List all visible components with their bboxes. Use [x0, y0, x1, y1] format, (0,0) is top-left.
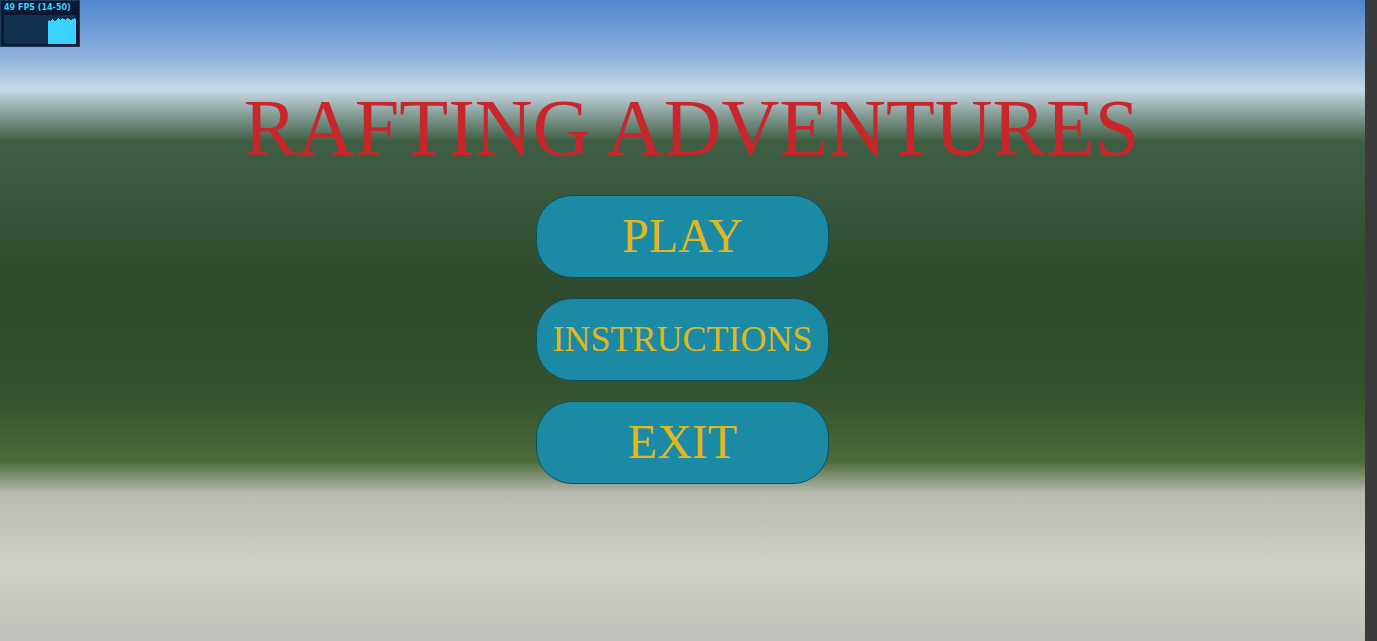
game-title: RAFTING ADVENTURES: [226, 88, 1140, 168]
background-photo: 49 FPS (14-50) RAFTING ADVENTURES PLAY INST…: [0, 0, 1365, 641]
fps-meter: 49 FPS (14-50): [0, 0, 80, 47]
game-screen: 49 FPS (14-50) RAFTING ADVENTURES PLAY INST…: [0, 0, 1377, 641]
menu-button[interactable]: EXIT: [536, 401, 829, 484]
menu-button[interactable]: INSTRUCTIONS: [536, 298, 829, 381]
edge-strip: [1365, 0, 1377, 641]
fps-graph: [4, 15, 76, 44]
fps-reading: 49 FPS (14-50): [4, 3, 76, 13]
menu-button[interactable]: PLAY: [536, 195, 829, 278]
main-menu: PLAY INSTRUCTIONS EXIT: [536, 195, 829, 484]
fps-bar: [75, 19, 76, 44]
